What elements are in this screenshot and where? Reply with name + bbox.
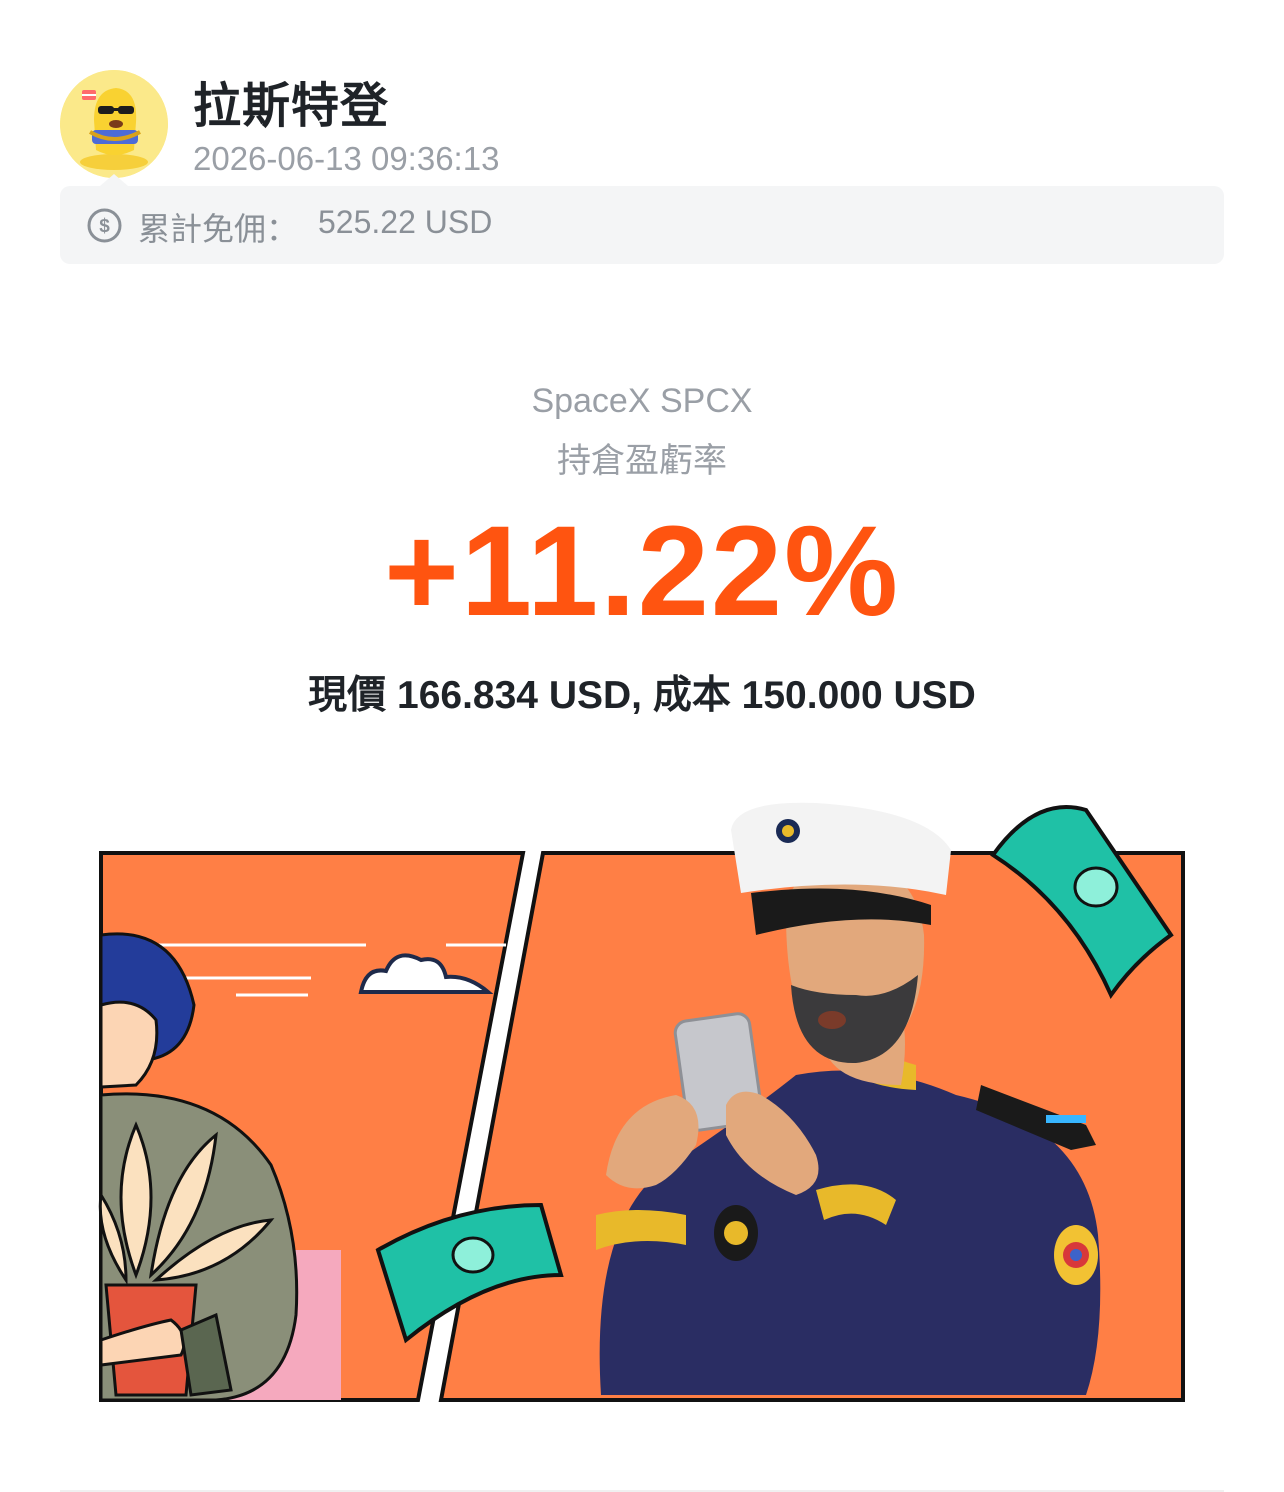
stock-name[interactable]: SpaceX SPCX bbox=[0, 382, 1284, 421]
price-cost-line: 現價 166.834 USD, 成本 150.000 USD bbox=[308, 674, 976, 717]
dollar-circle-icon: $ bbox=[87, 208, 122, 243]
mascot-avatar-icon bbox=[60, 70, 168, 178]
bubble-tail bbox=[100, 174, 128, 186]
fee-value: 525.22 USD bbox=[318, 204, 493, 240]
captain-with-phone-illustration bbox=[98, 802, 1185, 1402]
svg-text:$: $ bbox=[99, 216, 110, 237]
pnl-rate: +11.22% bbox=[384, 500, 900, 643]
metric-label: 持倉盈虧率 bbox=[557, 442, 727, 480]
username[interactable]: 拉斯特登 bbox=[193, 66, 389, 136]
fee-label: 累計免佣： bbox=[138, 211, 299, 247]
avatar[interactable] bbox=[60, 70, 168, 178]
post-timestamp: 2026-06-13 09:36:13 bbox=[193, 140, 500, 177]
